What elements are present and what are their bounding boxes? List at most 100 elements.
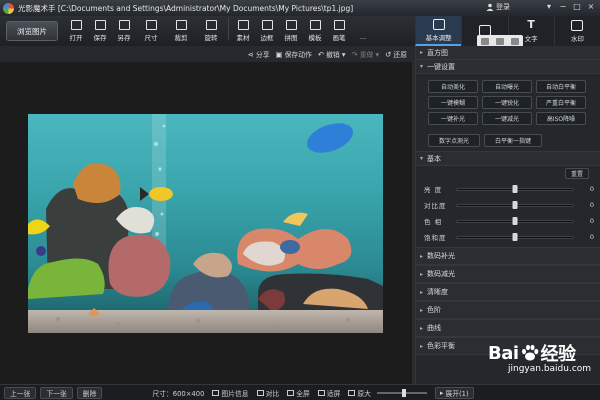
save-action-icon: ▣ (275, 49, 283, 59)
browse-images-button[interactable]: 浏览图片 (6, 21, 58, 41)
frame-icon (261, 20, 273, 30)
window-controls: 登录 ▾ − □ × (486, 2, 596, 12)
prev-image-button[interactable]: 上一张 (4, 386, 37, 399)
compare-icon (256, 389, 264, 396)
restore-icon: ↺ (385, 49, 392, 59)
high-iso-denoise-button[interactable]: 高ISO降噪 (536, 112, 586, 125)
zoom-slider[interactable] (376, 388, 427, 397)
undo-button[interactable]: ↶ 撤销 ▾ (318, 49, 346, 60)
curves-label: 曲线 (427, 324, 442, 332)
fullscreen-button[interactable]: 全屏 (287, 388, 310, 398)
saturation-slider[interactable] (456, 232, 574, 241)
saturation-label: 饱和度 (424, 234, 447, 242)
save-action-label: 保存动作 (284, 51, 312, 59)
share-button[interactable]: ⋖ 分享 (248, 49, 270, 60)
image-info-button[interactable]: 图片信息 (212, 388, 249, 398)
section-histogram[interactable]: ▸ 直方图 (416, 46, 600, 60)
one-click-reduce-light-button[interactable]: 一键减光 (482, 112, 532, 125)
crop-button[interactable]: 裁剪 (166, 18, 196, 44)
section-digital-reduce-light[interactable]: ▸ 数码减光 (416, 265, 600, 283)
login-button[interactable]: 登录 (486, 2, 510, 12)
undo-label: 撤销 (326, 51, 340, 59)
maximize-icon[interactable]: □ (572, 2, 582, 12)
open-button[interactable]: 打开 (64, 18, 88, 44)
chevron-right-icon: ▸ (420, 324, 424, 332)
tab-basic-adjust[interactable]: 基本调整 (415, 16, 462, 46)
next-image-button[interactable]: 下一张 (40, 386, 73, 399)
strong-white-balance-button[interactable]: 严重白平衡 (536, 96, 586, 109)
frame-button[interactable]: 边框 (255, 18, 279, 44)
slider-thumb[interactable] (512, 184, 518, 193)
image-canvas[interactable] (0, 62, 412, 384)
save-button[interactable]: 保存 (88, 18, 112, 44)
white-balance-picker-button[interactable]: 白平衡一指键 (484, 134, 542, 147)
mode-icon (495, 37, 504, 45)
fit-screen-button[interactable]: 适屏 (317, 388, 340, 398)
hue-slider-row: 色 相 0 (424, 213, 594, 229)
save-as-icon (118, 20, 130, 30)
fullscreen-icon (287, 389, 295, 396)
section-digital-fill-light[interactable]: ▸ 数码补光 (416, 247, 600, 265)
spot-metering-button[interactable]: 数字点测光 (428, 134, 480, 147)
more-tools-button[interactable]: ... (351, 18, 375, 44)
close-icon[interactable]: × (586, 2, 596, 12)
one-click-sharpen-button[interactable]: 一键锐化 (482, 96, 532, 109)
color-balance-label: 色彩平衡 (427, 342, 456, 350)
frame-label: 边框 (260, 34, 274, 42)
tool-group: 打开 保存 另存 尺寸 裁剪 旋转 素材 边框 拼图 模板 画笔 ... (64, 18, 375, 44)
one-click-blur-button[interactable]: 一键模糊 (428, 96, 478, 109)
restore-button[interactable]: ↺ 还原 (385, 49, 407, 60)
compare-button[interactable]: 对比 (256, 388, 279, 398)
slider-thumb[interactable] (512, 200, 518, 209)
one-click-fill-light-button[interactable]: 一键补光 (428, 112, 478, 125)
collage-button[interactable]: 拼图 (279, 18, 303, 44)
rotate-button[interactable]: 旋转 (196, 18, 226, 44)
redo-dropdown-icon[interactable]: ▾ (375, 50, 379, 59)
zoom-thumb[interactable] (401, 388, 406, 397)
fit-screen-icon (317, 389, 325, 396)
section-oneclick[interactable]: ▾ 一键设置 (416, 60, 600, 74)
info-icon (212, 389, 220, 396)
aquarium-scene (28, 114, 383, 333)
contrast-slider-row: 对比度 0 (424, 197, 594, 213)
reset-button[interactable]: 重置 (565, 168, 589, 179)
original-size-button[interactable]: 原大 (348, 388, 371, 398)
section-levels[interactable]: ▸ 色阶 (416, 301, 600, 319)
auto-white-balance-button[interactable]: 自动白平衡 (536, 80, 586, 93)
watermark-icon (571, 19, 584, 31)
fullscreen-label: 全屏 (296, 389, 310, 398)
template-button[interactable]: 模板 (303, 18, 327, 44)
hue-slider[interactable] (456, 216, 574, 225)
slider-thumb[interactable] (512, 216, 518, 225)
auto-beautify-button[interactable]: 自动美化 (428, 80, 478, 93)
brush-button[interactable]: 画笔 (327, 18, 351, 44)
minimize-icon[interactable]: − (558, 2, 568, 12)
adjust-icon (432, 18, 445, 30)
delete-button[interactable]: 删除 (76, 386, 103, 399)
save-action-button[interactable]: ▣ 保存动作 (275, 49, 312, 60)
material-button[interactable]: 素材 (231, 18, 255, 44)
slider-thumb[interactable] (512, 232, 518, 241)
app-logo-icon (3, 2, 14, 14)
auto-exposure-button[interactable]: 自动曝光 (482, 80, 532, 93)
undo-dropdown-icon[interactable]: ▾ (342, 50, 346, 59)
material-label: 素材 (236, 34, 250, 42)
oneclick-buttons: 自动美化 自动曝光 自动白平衡 一键模糊 一键锐化 严重白平衡 一键补光 一键减… (416, 74, 600, 152)
menu-dropdown-icon[interactable]: ▾ (544, 2, 554, 12)
contrast-slider[interactable] (456, 200, 574, 209)
resize-button[interactable]: 尺寸 (136, 18, 166, 44)
brightness-slider[interactable] (456, 184, 574, 193)
tab-watermark[interactable]: 水印 (553, 16, 600, 46)
expand-button[interactable]: ▸ 展开(1) (434, 386, 474, 399)
mode-icon (511, 37, 520, 45)
section-curves[interactable]: ▸ 曲线 (416, 319, 600, 337)
login-label: 登录 (496, 3, 510, 11)
crop-icon (175, 20, 187, 30)
save-label: 保存 (93, 34, 107, 42)
rotate-label: 旋转 (204, 34, 218, 42)
section-clarity[interactable]: ▸ 清晰度 (416, 283, 600, 301)
redo-button[interactable]: ↷ 重做 ▾ (351, 49, 379, 60)
brightness-label: 亮 度 (424, 186, 443, 194)
section-basic[interactable]: ▾ 基本 (416, 152, 600, 166)
save-as-button[interactable]: 另存 (112, 18, 136, 44)
